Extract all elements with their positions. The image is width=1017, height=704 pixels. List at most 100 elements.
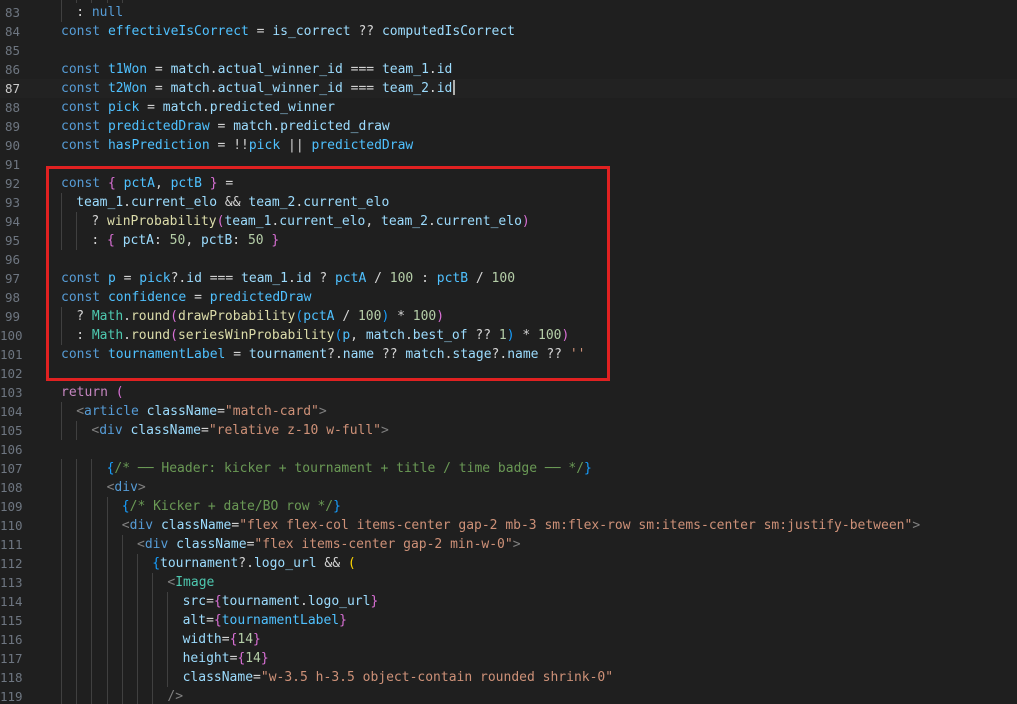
- code-token: >: [318, 404, 327, 419]
- code-token: ===: [342, 62, 382, 77]
- code-token: ===: [342, 81, 382, 96]
- indent-guide: [152, 687, 154, 704]
- code-token: "match-card": [224, 404, 319, 419]
- code-text: {/* Kicker + date/BO row */}: [122, 497, 341, 516]
- code-line[interactable]: 99? Math.round(drawProbability(pctA / 10…: [0, 307, 1017, 326]
- code-token: "w-3.5 h-3.5 object-contain rounded shri…: [260, 670, 614, 685]
- code-text: <div className="flex items-center gap-2 …: [137, 535, 521, 554]
- code-line[interactable]: 102: [0, 364, 1017, 383]
- code-token: {: [107, 233, 123, 248]
- code-line[interactable]: 100: Math.round(seriesWinProbability(p, …: [0, 326, 1017, 345]
- indent-guide: [152, 592, 154, 611]
- code-line[interactable]: 114 src={tournament.logo_url}: [0, 592, 1017, 611]
- code-line[interactable]: 119 />: [0, 687, 1017, 704]
- code-line[interactable]: 98 const confidence = predictedDraw: [0, 288, 1017, 307]
- code-line[interactable]: 83: null: [0, 3, 1017, 22]
- line-number: 84: [4, 24, 20, 39]
- code-token: p: [342, 328, 351, 343]
- code-token: {: [213, 613, 222, 628]
- code-line[interactable]: 115 alt={tournamentLabel}: [0, 611, 1017, 630]
- code-token: tournament: [160, 556, 239, 571]
- code-token: const: [61, 347, 108, 362]
- line-number: 100: [0, 328, 23, 343]
- code-token: className: [146, 404, 218, 419]
- indent-guide: [121, 630, 123, 649]
- code-token: ?: [311, 271, 335, 286]
- code-token: /: [468, 271, 492, 286]
- code-token: pick: [248, 138, 281, 153]
- line-number: 86: [4, 62, 20, 77]
- code-token: }: [370, 594, 379, 609]
- code-token: <: [121, 518, 130, 533]
- code-line[interactable]: 87 const t2Won = match.actual_winner_id =…: [0, 79, 1017, 98]
- code-token: ,: [154, 176, 171, 191]
- code-line[interactable]: 106: [0, 440, 1017, 459]
- code-line[interactable]: 118 className="w-3.5 h-3.5 object-contain…: [0, 668, 1017, 687]
- code-token: ??: [350, 24, 382, 39]
- indent-guide: [106, 611, 108, 630]
- code-token: predicted_draw: [280, 119, 390, 134]
- code-area[interactable]: 82: null83: null84const effectiveIsCorre…: [0, 0, 1017, 704]
- code-token: div: [129, 518, 154, 533]
- code-line[interactable]: 110 <div className="flex flex-col items-c…: [0, 516, 1017, 535]
- code-line[interactable]: 111 <div className="flex items-center gap…: [0, 535, 1017, 554]
- code-line[interactable]: 107 {/* ── Header: kicker + tournament + …: [0, 459, 1017, 478]
- code-line[interactable]: 96: [0, 250, 1017, 269]
- code-token: div: [114, 480, 138, 495]
- indent-guide: [152, 668, 154, 687]
- code-text: height={14}: [183, 649, 269, 668]
- line-number: 107: [0, 461, 23, 476]
- indent-guide: [91, 497, 93, 516]
- code-line[interactable]: 88 const pick = match.predicted_winner: [0, 98, 1017, 117]
- indent-guide: [167, 668, 169, 687]
- code-line[interactable]: 112 {tournament?.logo_url && (: [0, 554, 1017, 573]
- code-line[interactable]: 90 const hasPrediction = !!pick || predic…: [0, 136, 1017, 155]
- code-token: confidence: [107, 290, 187, 305]
- code-line[interactable]: 104 <article className="match-card">: [0, 402, 1017, 421]
- code-line[interactable]: 89 const predictedDraw = match.predicted_…: [0, 117, 1017, 136]
- code-editor[interactable]: 82: null83: null84const effectiveIsCorre…: [0, 0, 1017, 704]
- code-token: = !!: [209, 138, 249, 153]
- code-line[interactable]: 109 {/* Kicker + date/BO row */}: [0, 497, 1017, 516]
- code-token: "flex flex-col items-center gap-2 mb-3 s…: [239, 518, 913, 533]
- code-line[interactable]: 116 width={14}: [0, 630, 1017, 649]
- code-line[interactable]: 105 <div className="relative z-10 w-full"…: [0, 421, 1017, 440]
- code-line[interactable]: 84 const effectiveIsCorrect = is_correct …: [0, 22, 1017, 41]
- code-token: .: [288, 271, 296, 286]
- indent-guide: [61, 459, 62, 478]
- code-line[interactable]: 95: { pctA: 50, pctB: 50 }: [0, 231, 1017, 250]
- code-token: team_1: [76, 195, 124, 210]
- code-line[interactable]: 92 const { pctA, pctB } =: [0, 174, 1017, 193]
- code-line[interactable]: 85: [0, 41, 1017, 60]
- indent-guide: [61, 193, 62, 212]
- code-token: actual_winner_id: [217, 62, 343, 77]
- code-line[interactable]: 108 <div>: [0, 478, 1017, 497]
- code-line[interactable]: 86 const t1Won = match.actual_winner_id =…: [0, 60, 1017, 79]
- indent-guide: [121, 573, 123, 592]
- code-text: const p = pick?.id === team_1.id ? pctA …: [61, 269, 515, 288]
- code-line[interactable]: 93 team_1.current_elo && team_2.current_e…: [0, 193, 1017, 212]
- code-token: 50: [247, 233, 264, 248]
- code-token: const: [61, 62, 108, 77]
- code-text: team_1.current_elo && team_2.current_elo: [76, 193, 389, 212]
- code-line[interactable]: 91: [0, 155, 1017, 174]
- indent-guide: [91, 649, 93, 668]
- code-token: ?.: [491, 347, 508, 362]
- code-line[interactable]: 117 height={14}: [0, 649, 1017, 668]
- code-line[interactable]: 97 const p = pick?.id === team_1.id ? pct…: [0, 269, 1017, 288]
- indent-guide: [121, 668, 123, 687]
- line-number: 114: [0, 594, 23, 609]
- code-token: 100: [491, 271, 516, 286]
- code-text: {tournament?.logo_url && (: [152, 554, 356, 573]
- code-token: team_1: [224, 214, 272, 229]
- code-text: const predictedDraw = match.predicted_dr…: [61, 117, 390, 136]
- code-line[interactable]: 113 <Image: [0, 573, 1017, 592]
- code-line[interactable]: 103 return (: [0, 383, 1017, 402]
- code-token: match: [170, 81, 210, 96]
- code-line[interactable]: 94 ? winProbability(team_1.current_elo, t…: [0, 212, 1017, 231]
- line-number: 89: [4, 119, 20, 134]
- indent-guide: [76, 516, 78, 535]
- code-token: }: [339, 613, 347, 628]
- code-line[interactable]: 101 const tournamentLabel = tournament?.n…: [0, 345, 1017, 364]
